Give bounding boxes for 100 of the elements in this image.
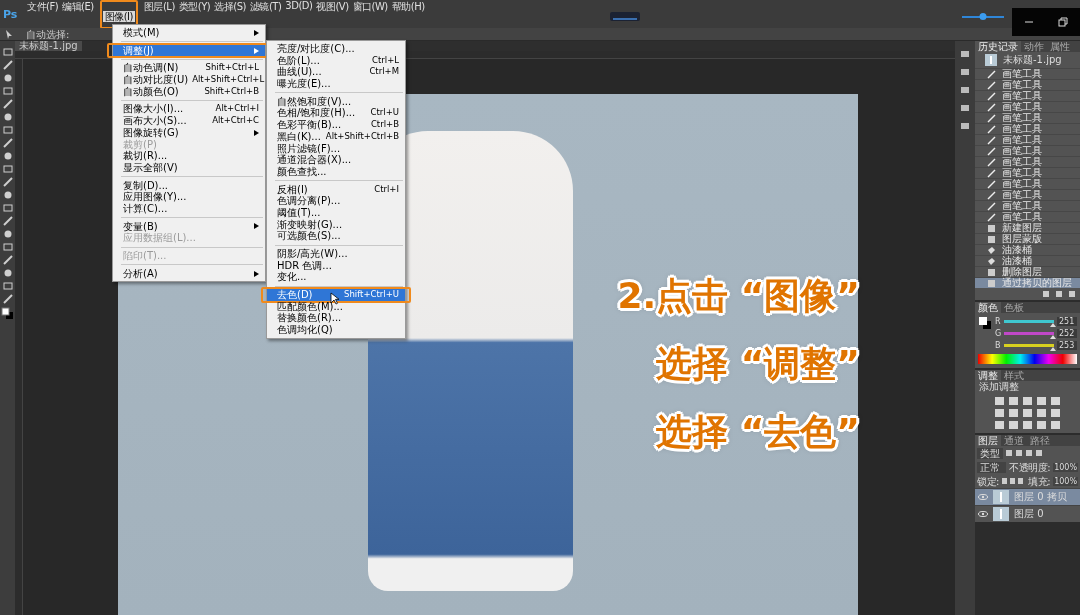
history-item[interactable]: 画笔工具 — [975, 145, 1080, 156]
history-item[interactable]: 油漆桶 — [975, 255, 1080, 266]
menu-item[interactable]: 色彩平衡(B)... Ctrl+B — [267, 119, 405, 131]
tool-icon[interactable] — [2, 190, 13, 200]
tool-icon[interactable] — [2, 151, 13, 161]
tool-icon[interactable] — [2, 73, 13, 83]
tool-icon[interactable] — [2, 216, 13, 226]
eye-icon[interactable] — [978, 510, 988, 518]
tool-icon[interactable] — [2, 281, 13, 291]
tool-icon[interactable] — [2, 60, 13, 70]
menu-item[interactable]: 色相/饱和度(H)... Ctrl+U — [267, 107, 405, 120]
menu-item[interactable]: 阴影/高光(W)... — [267, 248, 405, 260]
history-item[interactable]: 画笔工具 — [975, 134, 1080, 145]
menu-item[interactable]: 自动对比度(U) Alt+Shift+Ctrl+L — [113, 74, 265, 86]
snapshot-label[interactable]: 未标题-1.jpg — [1003, 53, 1062, 67]
history-item[interactable]: 画笔工具 — [975, 101, 1080, 112]
menu-bar-item[interactable]: 窗口(W) — [350, 0, 390, 29]
tool-icon[interactable] — [2, 229, 13, 239]
tool-icon[interactable] — [2, 125, 13, 135]
menu-item[interactable]: 图像旋转(G) — [113, 126, 265, 139]
panel-tab[interactable]: 颜色 — [975, 302, 1001, 313]
history-item[interactable]: 画笔工具 — [975, 68, 1080, 79]
document-tab[interactable]: 未标题-1.jpg — [15, 41, 82, 51]
menu-item[interactable]: 自动颜色(O) Shift+Ctrl+B — [113, 85, 265, 98]
value-field[interactable]: 253 — [1057, 340, 1077, 350]
menu-item[interactable]: 照片滤镜(F)... — [267, 142, 405, 155]
menu-item[interactable]: 反相(I) Ctrl+I — [267, 183, 405, 196]
history-item[interactable]: 画笔工具 — [975, 156, 1080, 167]
history-item[interactable]: 画笔工具 — [975, 112, 1080, 123]
menu-bar-item[interactable]: 文件(F) — [25, 0, 61, 29]
color-spectrum-drawing[interactable] — [978, 354, 1077, 364]
menu-item[interactable]: 分析(A) — [113, 267, 265, 280]
tool-icon[interactable] — [2, 99, 13, 109]
menu-item[interactable]: 阈值(T)... — [267, 206, 405, 219]
history-item[interactable]: 画笔工具 — [975, 211, 1080, 222]
menu-item[interactable]: 色调均化(Q) — [267, 324, 405, 336]
panel-tab[interactable]: 历史记录 — [975, 41, 1021, 52]
opacity-field[interactable]: 100% — [1053, 462, 1078, 472]
menu-item[interactable]: 模式(M) — [113, 27, 265, 39]
menu-item[interactable]: 自然饱和度(V)... — [267, 95, 405, 108]
menu-item[interactable]: 变化... — [267, 271, 405, 284]
menu-bar-item[interactable]: 编辑(E) — [60, 0, 96, 29]
menu-item[interactable]: 变量(B) — [113, 220, 265, 233]
menu-bar-item[interactable]: 帮助(H) — [389, 0, 427, 29]
menu-item[interactable]: 图像大小(I)... Alt+Ctrl+I — [113, 103, 265, 116]
lock-icons-drawing[interactable] — [1001, 477, 1026, 485]
tool-icon[interactable] — [2, 164, 13, 174]
tool-icon[interactable] — [2, 47, 13, 57]
menu-item[interactable]: 应用图像(Y)... — [113, 191, 265, 203]
menu-item[interactable]: 颜色查找... — [267, 165, 405, 178]
fill-field[interactable]: 100% — [1053, 476, 1078, 486]
menu-item[interactable]: 亮度/对比度(C)... — [267, 43, 405, 55]
menu-item[interactable]: 通道混合器(X)... — [267, 154, 405, 166]
filter-dropdown[interactable]: 类型 — [977, 447, 1003, 459]
menu-item[interactable]: 裁切(R)... — [113, 150, 265, 162]
history-item[interactable]: 图层蒙版 — [975, 233, 1080, 244]
panel-tab[interactable]: 动作 — [1021, 41, 1047, 52]
panel-tab[interactable]: 样式 — [1001, 370, 1027, 381]
tool-icon[interactable] — [2, 268, 13, 278]
adjustment-icons-drawing[interactable] — [992, 395, 1063, 429]
menu-bar-item[interactable]: 图像(I) — [102, 10, 135, 22]
color-swatch-icon[interactable] — [978, 316, 992, 330]
menu-item[interactable]: HDR 色调... — [267, 259, 405, 272]
panel-tab[interactable]: 调整 — [975, 370, 1001, 381]
panel-tab[interactable]: 路径 — [1027, 435, 1053, 446]
tool-icon[interactable] — [2, 242, 13, 252]
panel-tab[interactable]: 属性 — [1047, 41, 1073, 52]
history-item[interactable]: 画笔工具 — [975, 90, 1080, 101]
history-item[interactable]: 画笔工具 — [975, 79, 1080, 90]
menu-item[interactable]: 自动色调(N) Shift+Ctrl+L — [113, 62, 265, 75]
tool-icon[interactable] — [2, 177, 13, 187]
menu-item[interactable]: 计算(C)... — [113, 202, 265, 215]
tool-icon[interactable] — [2, 86, 13, 96]
tool-icon[interactable] — [2, 138, 13, 148]
history-item[interactable]: 新建图层 — [975, 222, 1080, 233]
blend-mode-dropdown[interactable]: 正常 — [977, 461, 1007, 473]
menu-item[interactable]: 黑白(K)... Alt+Shift+Ctrl+B — [267, 130, 405, 143]
menu-item[interactable]: 渐变映射(G)... — [267, 218, 405, 231]
menu-item[interactable]: 替换颜色(R)... — [267, 312, 405, 325]
history-item[interactable]: 画笔工具 — [975, 167, 1080, 178]
menu-bar-item[interactable]: 3D(D) — [283, 0, 315, 29]
menu-item[interactable]: 曲线(U)... Ctrl+M — [267, 66, 405, 79]
menu-item[interactable]: 色阶(L)... Ctrl+L — [267, 54, 405, 67]
history-item[interactable]: 画笔工具 — [975, 200, 1080, 211]
menu-item[interactable]: 调整(J) — [113, 44, 265, 57]
panel-tab[interactable]: 图层 — [975, 435, 1001, 446]
menu-item[interactable]: 匹配颜色(M)... — [267, 300, 405, 313]
tool-icon[interactable] — [2, 203, 13, 213]
panel-tab[interactable]: 通道 — [1001, 435, 1027, 446]
menu-item[interactable]: 可选颜色(S)... — [267, 230, 405, 242]
value-field[interactable]: 251 — [1057, 316, 1077, 326]
history-item[interactable]: 画笔工具 — [975, 189, 1080, 200]
menu-item[interactable]: 复制(D)... — [113, 179, 265, 192]
restore-icon[interactable] — [1058, 17, 1068, 27]
menu-bar-item[interactable]: 视图(V) — [314, 0, 351, 29]
history-item[interactable]: 画笔工具 — [975, 178, 1080, 189]
history-item[interactable]: 画笔工具 — [975, 123, 1080, 134]
layer-row[interactable]: 图层 0 — [975, 505, 1080, 522]
value-field[interactable]: 252 — [1057, 328, 1077, 338]
tool-icon[interactable] — [2, 255, 13, 265]
